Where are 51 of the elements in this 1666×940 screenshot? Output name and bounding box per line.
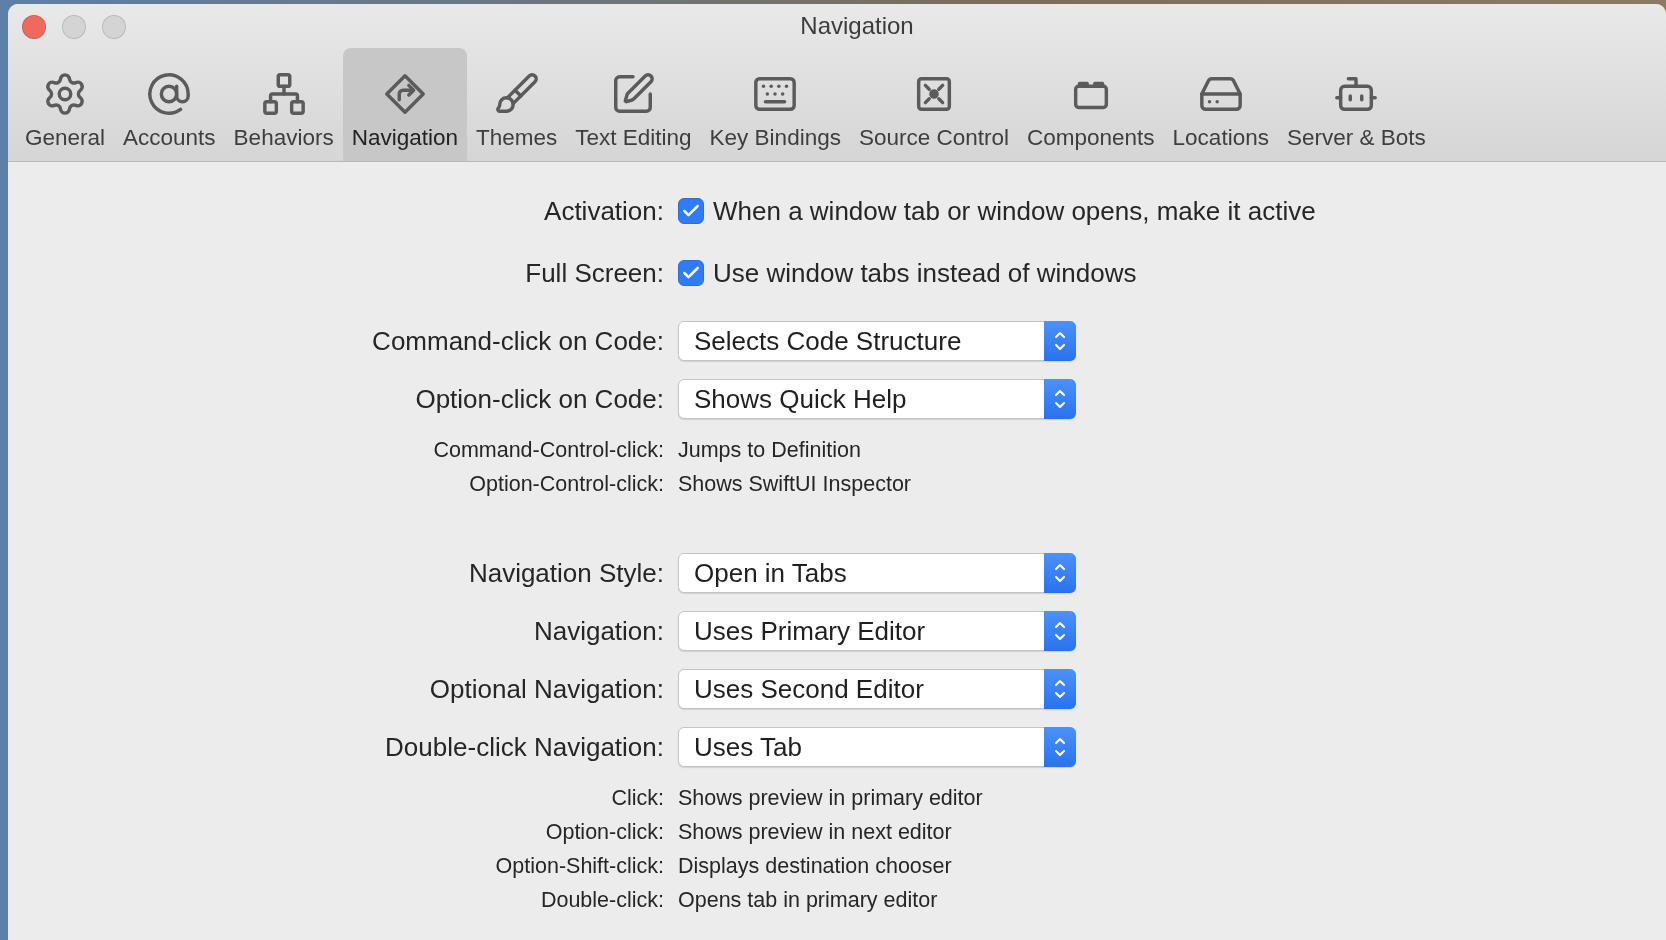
setting-label: Command-Control-click:: [432, 437, 664, 463]
popup-menu[interactable]: Uses Tab: [678, 727, 1076, 767]
setting-label: Option-click:: [544, 819, 664, 845]
popup-menu[interactable]: Uses Second Editor: [678, 669, 1076, 709]
close-button[interactable]: [22, 15, 46, 39]
checkbox[interactable]: [678, 260, 704, 286]
setting-label: Optional Navigation:: [428, 673, 664, 705]
toolbar-tab[interactable]: Behaviors: [224, 48, 343, 161]
toolbar-tab[interactable]: Source Control: [849, 48, 1018, 161]
toolbar-tab[interactable]: Themes: [467, 48, 567, 161]
toolbar-tab[interactable]: Accounts: [114, 48, 225, 161]
setting-label: Click:: [610, 785, 664, 811]
setting-label: Double-click Navigation:: [384, 731, 664, 763]
setting-label: Navigation Style:: [467, 557, 664, 589]
setting-value: Opens tab in primary editor: [678, 887, 939, 913]
setting-label: Full Screen:: [524, 257, 664, 289]
toolbar-tab[interactable]: Text Editing: [566, 48, 701, 161]
hierarchy-icon: [260, 71, 307, 117]
setting-label: Option-Control-click:: [468, 471, 664, 497]
checkbox-label: Use window tabs instead of windows: [713, 257, 1137, 289]
popup-menu[interactable]: Shows Quick Help: [678, 379, 1076, 419]
popup-menu[interactable]: Selects Code Structure: [678, 321, 1076, 361]
checkbox[interactable]: [678, 198, 704, 224]
setting-value: Shows preview in next editor: [678, 819, 953, 845]
setting-value: Shows SwiftUI Inspector: [678, 471, 912, 497]
setting-label: Option-click on Code:: [414, 383, 664, 415]
up-down-chevron-icon: [1044, 321, 1076, 361]
setting-label: Double-click:: [539, 887, 664, 913]
toolbar-tab[interactable]: Components: [1018, 48, 1164, 161]
popup-menu[interactable]: Uses Primary Editor: [678, 611, 1076, 651]
up-down-chevron-icon: [1044, 669, 1076, 709]
setting-value: Jumps to Definition: [678, 437, 862, 463]
toolbar-tab[interactable]: General: [16, 48, 115, 161]
toolbar-tab[interactable]: Navigation: [342, 48, 467, 161]
at-sign-icon: [146, 71, 193, 117]
window-title: Navigation: [800, 12, 914, 40]
toolbar-tab[interactable]: Locations: [1163, 48, 1278, 161]
checkbox-label: When a window tab or window opens, make it active: [713, 195, 1316, 227]
up-down-chevron-icon: [1044, 611, 1076, 651]
toolbar-tab[interactable]: Server & Bots: [1277, 48, 1435, 161]
up-down-chevron-icon: [1044, 379, 1076, 419]
setting-label: Navigation:: [532, 615, 664, 647]
up-down-chevron-icon: [1044, 727, 1076, 767]
up-down-chevron-icon: [1044, 553, 1076, 593]
setting-label: Activation:: [543, 195, 664, 227]
setting-label: Option-Shift-click:: [494, 853, 664, 879]
setting-label: Command-click on Code:: [371, 325, 664, 357]
setting-value: Shows preview in primary editor: [678, 785, 984, 811]
popup-menu[interactable]: Open in Tabs: [678, 553, 1076, 593]
setting-value: Displays destination chooser: [678, 853, 953, 879]
toolbar-tab[interactable]: Key Bindings: [700, 48, 850, 161]
